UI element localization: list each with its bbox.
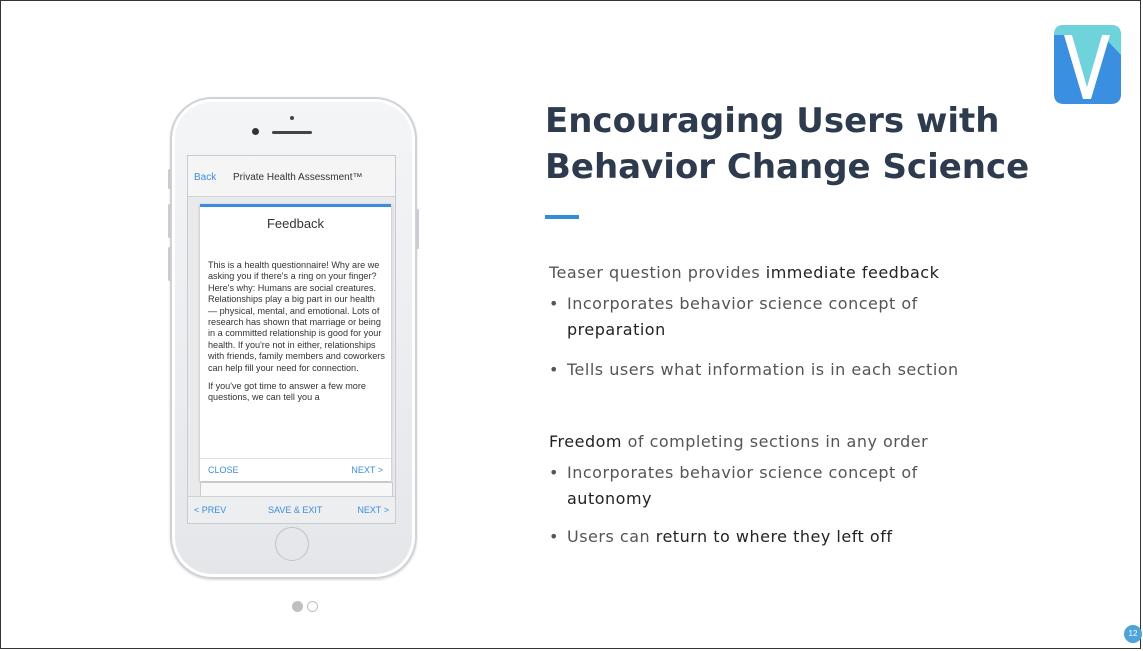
phone-mockup: Back Private Health Assessment™ Feedback… [168,97,419,579]
bullet-text: Users can [567,527,656,546]
phone-volume-up [168,204,171,238]
bullet-emphasis: return to where they left off [655,527,893,546]
close-button[interactable]: CLOSE [208,465,239,475]
section2-bullet: Incorporates behavior science concept of… [549,460,1069,512]
logo-v-icon [1054,25,1121,104]
page-number-badge: 12 [1124,625,1142,643]
modal-next-button[interactable]: NEXT > [351,465,383,475]
next-button[interactable]: NEXT > [357,505,389,515]
bullet-text: Incorporates behavior science concept of [567,294,918,313]
nav-title: Private Health Assessment™ [233,172,363,183]
lead-emphasis: immediate feedback [765,263,940,282]
phone-camera-icon [252,128,259,135]
modal-title: Feedback [266,216,325,231]
app-bottom-bar: < PREV SAVE & EXIT NEXT > [188,496,395,523]
carousel-dot[interactable] [307,601,318,613]
lead-text: Teaser question provides [549,263,766,282]
bullet-emphasis: autonomy [567,489,652,508]
section1-bullet: Tells users what information is in each … [549,357,1069,383]
section1-lead: Teaser question provides immediate feedb… [549,263,1109,282]
carousel-dots [292,598,322,616]
section1-bullet: Incorporates behavior science concept of… [549,291,1069,343]
phone-screen: Back Private Health Assessment™ Feedback… [187,155,396,524]
section2-lead: Freedom of completing sections in any or… [549,432,1109,451]
section2-bullet: Users can return to where they left off [549,524,1069,550]
home-button[interactable] [275,527,309,561]
phone-sensor [290,116,294,120]
heading-line: Encouraging Users with [545,101,1000,141]
heading-line: Behavior Change Science [545,147,1030,187]
accent-divider [545,215,579,219]
app-nav-bar: Back Private Health Assessment™ [188,156,395,197]
modal-paragraph: If you've got time to answer a few more … [208,381,366,403]
prev-button[interactable]: < PREV [194,505,226,515]
slide-heading: Encouraging Users with Behavior Change S… [545,98,1045,190]
modal-footer: CLOSE NEXT > [200,458,391,481]
phone-speaker [272,131,312,134]
back-link[interactable]: Back [194,172,216,183]
save-exit-button[interactable]: SAVE & EXIT [268,505,322,515]
lead-emphasis: Freedom [549,432,622,451]
feedback-modal: Feedback This is a health questionnaire!… [200,204,391,481]
phone-volume-down [168,247,171,281]
phone-mute-switch [168,169,171,189]
modal-paragraph: This is a health questionnaire! Why are … [208,260,385,373]
bullet-text: Tells users what information is in each … [567,360,959,379]
bullet-text: Incorporates behavior science concept of [567,463,918,482]
carousel-dot-active[interactable] [292,601,303,613]
phone-power-button [416,209,419,249]
lead-text: of completing sections in any order [621,432,929,451]
modal-body: This is a health questionnaire! Why are … [208,260,386,411]
bullet-emphasis: preparation [567,320,666,339]
